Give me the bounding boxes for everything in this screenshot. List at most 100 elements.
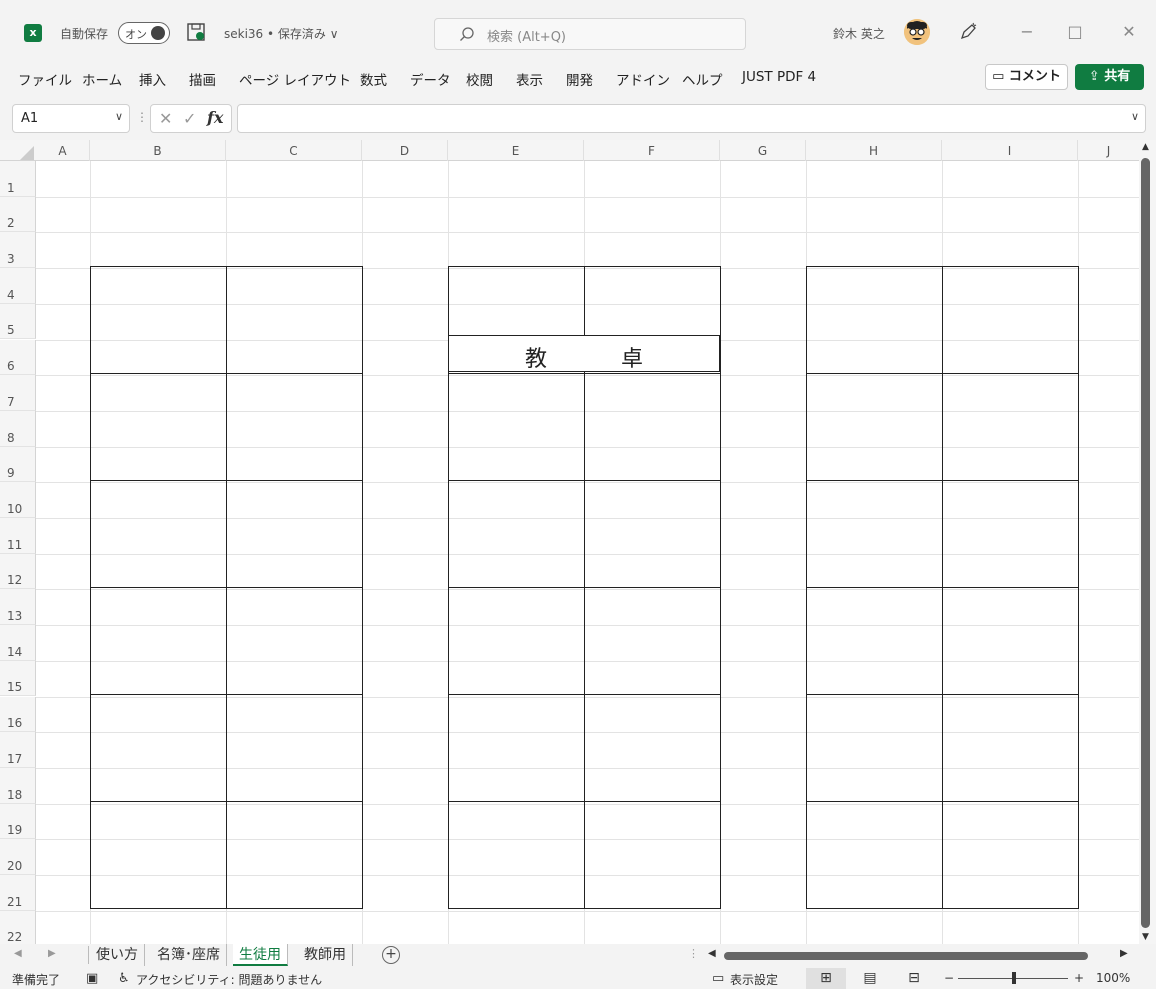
macro-record-icon[interactable]: ▣	[86, 971, 98, 986]
col-header-i[interactable]: I	[942, 140, 1078, 161]
sheet-tab-roster[interactable]: 名簿･座席	[151, 944, 227, 966]
col-header-h[interactable]: H	[806, 140, 942, 161]
menu-home[interactable]: ホーム	[82, 69, 122, 89]
row-header-5[interactable]: 5	[0, 303, 36, 340]
hscroll-left-icon[interactable]: ◀	[708, 948, 716, 959]
accessibility-icon[interactable]: ♿	[118, 971, 130, 986]
page-layout-view-icon[interactable]: ▤	[850, 968, 890, 989]
spreadsheet-grid[interactable]: A B C D E F G H I J 1 2 3 4 5 6 7 8 9 10 11 12 13 14 1…	[0, 140, 1156, 944]
col-header-d[interactable]: D	[362, 140, 448, 161]
row-header-12[interactable]: 12	[0, 553, 36, 590]
row-number: 6	[7, 359, 15, 374]
row-header-21[interactable]: 21	[0, 875, 36, 911]
close-button[interactable]: ✕	[1114, 20, 1144, 44]
scroll-up-icon[interactable]: ▲	[1142, 142, 1149, 152]
save-icon[interactable]	[186, 22, 206, 42]
menu-developer[interactable]: 開発	[566, 69, 593, 89]
row-number: 13	[7, 609, 23, 624]
zoom-out-button[interactable]: −	[944, 971, 954, 985]
col-header-b[interactable]: B	[90, 140, 226, 161]
formula-input[interactable]: ∨	[237, 104, 1146, 133]
menu-insert[interactable]: 挿入	[139, 69, 166, 89]
horizontal-scrollbar-thumb[interactable]	[724, 952, 1088, 960]
row-header-10[interactable]: 10	[0, 482, 36, 518]
menu-help[interactable]: ヘルプ	[682, 69, 723, 89]
row-number: 1	[7, 180, 15, 195]
menu-view[interactable]: 表示	[516, 69, 543, 89]
sheet-tab-teacher[interactable]: 教師用	[298, 944, 353, 966]
menu-data[interactable]: データ	[410, 69, 451, 89]
tab-prev-icon[interactable]: ◀	[14, 948, 22, 959]
zoom-slider-handle[interactable]	[1012, 972, 1016, 984]
desk-char-2: 卓	[621, 347, 644, 372]
zoom-level[interactable]: 100%	[1096, 971, 1130, 985]
row-header-3[interactable]: 3	[0, 232, 36, 269]
row-header-20[interactable]: 20	[0, 839, 36, 875]
scroll-down-icon[interactable]: ▼	[1142, 932, 1149, 942]
col-header-f[interactable]: F	[584, 140, 720, 161]
cancel-icon[interactable]: ✕	[159, 109, 172, 128]
autosave-toggle[interactable]: オン	[118, 22, 170, 44]
row-header-13[interactable]: 13	[0, 589, 36, 626]
minimize-button[interactable]: −	[1012, 20, 1042, 44]
name-box[interactable]: A1 ∨	[12, 104, 130, 133]
row-header-15[interactable]: 15	[0, 660, 36, 697]
menu-formulas[interactable]: 数式	[360, 69, 387, 89]
search-box[interactable]: 検索 (Alt+Q)	[434, 18, 746, 50]
col-header-g[interactable]: G	[720, 140, 806, 161]
row-header-6[interactable]: 6	[0, 339, 36, 376]
scrollbar-thumb[interactable]	[1141, 158, 1150, 928]
normal-view-icon[interactable]: ⊞	[806, 968, 846, 989]
pen-icon[interactable]	[958, 22, 978, 42]
add-sheet-button[interactable]: +	[382, 946, 400, 964]
menu-review[interactable]: 校閲	[466, 69, 493, 89]
row-number: 18	[7, 787, 23, 802]
row-header-7[interactable]: 7	[0, 375, 36, 411]
fx-icon[interactable]: fx	[207, 108, 223, 127]
menu-just-pdf[interactable]: JUST PDF 4	[742, 69, 816, 85]
row-header-4[interactable]: 4	[0, 268, 36, 304]
menu-addins[interactable]: アドイン	[616, 69, 670, 89]
row-header-9[interactable]: 9	[0, 446, 36, 483]
hscroll-right-icon[interactable]: ▶	[1120, 948, 1128, 959]
maximize-button[interactable]: □	[1060, 20, 1090, 44]
col-header-j[interactable]: J	[1078, 140, 1139, 161]
expand-formula-icon[interactable]: ∨	[1131, 110, 1139, 123]
menu-file[interactable]: ファイル	[18, 69, 72, 89]
accessibility-status[interactable]: アクセシビリティ: 問題ありません	[136, 971, 322, 988]
row-header-17[interactable]: 17	[0, 732, 36, 768]
avatar[interactable]	[904, 19, 930, 45]
col-header-a[interactable]: A	[36, 140, 90, 161]
display-settings-label[interactable]: 表示設定	[730, 971, 778, 988]
search-placeholder: 検索 (Alt+Q)	[487, 30, 567, 45]
col-header-e[interactable]: E	[448, 140, 584, 161]
display-settings-icon[interactable]: ▭	[712, 971, 724, 986]
row-header-11[interactable]: 11	[0, 518, 36, 554]
row-header-2[interactable]: 2	[0, 196, 36, 233]
row-header-18[interactable]: 18	[0, 767, 36, 804]
row-header-8[interactable]: 8	[0, 410, 36, 447]
sheet-tab-usage[interactable]: 使い方	[90, 944, 145, 966]
page-break-view-icon[interactable]: ⊟	[894, 968, 934, 989]
row-header-22[interactable]: 22	[0, 910, 36, 944]
col-header-c[interactable]: C	[226, 140, 362, 161]
sheet-tab-students[interactable]: 生徒用	[233, 944, 288, 966]
tab-split-icon[interactable]: ⋮	[688, 947, 699, 960]
comment-button[interactable]: ▭ コメント	[985, 64, 1068, 90]
row-header-16[interactable]: 16	[0, 696, 36, 733]
file-title[interactable]: seki36 • 保存済み ∨	[224, 25, 339, 42]
menu-page-layout[interactable]: ページ レイアウト	[239, 69, 351, 89]
row-header-19[interactable]: 19	[0, 803, 36, 840]
row-header-1[interactable]: 1	[0, 161, 36, 197]
user-name[interactable]: 鈴木 英之	[833, 25, 885, 42]
chevron-down-icon[interactable]: ∨	[115, 110, 123, 123]
menu-draw[interactable]: 描画	[189, 69, 216, 89]
tab-next-icon[interactable]: ▶	[48, 948, 56, 959]
select-all-icon[interactable]	[20, 146, 34, 160]
enter-icon[interactable]: ✓	[183, 109, 196, 128]
row-header-14[interactable]: 14	[0, 625, 36, 661]
teacher-desk-cell[interactable]: 教 卓	[448, 335, 720, 372]
share-button[interactable]: ⇪ 共有	[1075, 64, 1144, 90]
zoom-in-button[interactable]: +	[1074, 971, 1084, 985]
vertical-scrollbar[interactable]: ▲ ▼	[1139, 140, 1156, 944]
